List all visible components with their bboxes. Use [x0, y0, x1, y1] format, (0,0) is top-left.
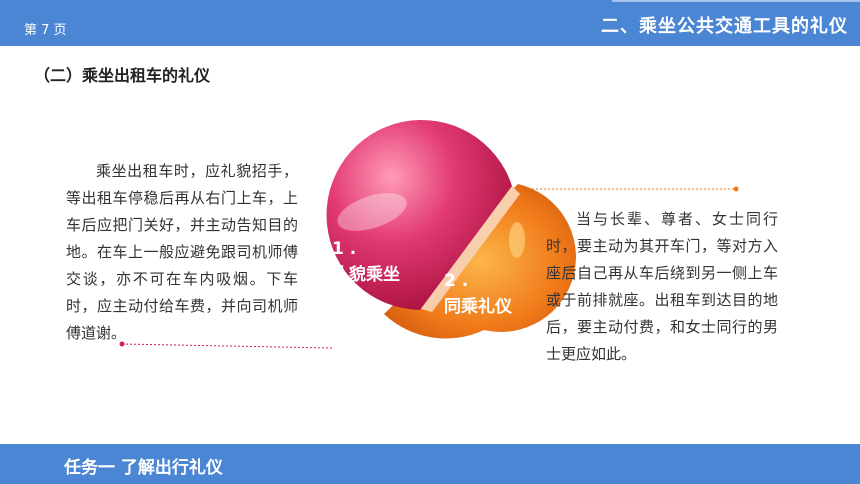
right-paragraph: 当与长辈、尊者、女士同行时，要主动为其开车门，等对方入座后自己再从车后绕到另一侧… [546, 210, 778, 363]
footer-text: 任务一 了解出行礼仪 [64, 458, 223, 478]
left-connector-line [121, 343, 333, 349]
left-connector-dot [119, 341, 125, 347]
item1-number: 1 . [332, 239, 357, 259]
item2-title: 同乘礼仪 [444, 297, 512, 317]
item1-label: 1 . 礼貌乘坐 [332, 238, 400, 286]
footer-bar: 任务一 了解出行礼仪 [0, 444, 860, 484]
item1-title: 礼貌乘坐 [332, 265, 400, 285]
right-connector-dot [733, 186, 739, 192]
item2-label: 2 . 同乘礼仪 [444, 270, 512, 318]
item2-number: 2 . [444, 271, 469, 291]
orange-highlight [509, 222, 525, 258]
